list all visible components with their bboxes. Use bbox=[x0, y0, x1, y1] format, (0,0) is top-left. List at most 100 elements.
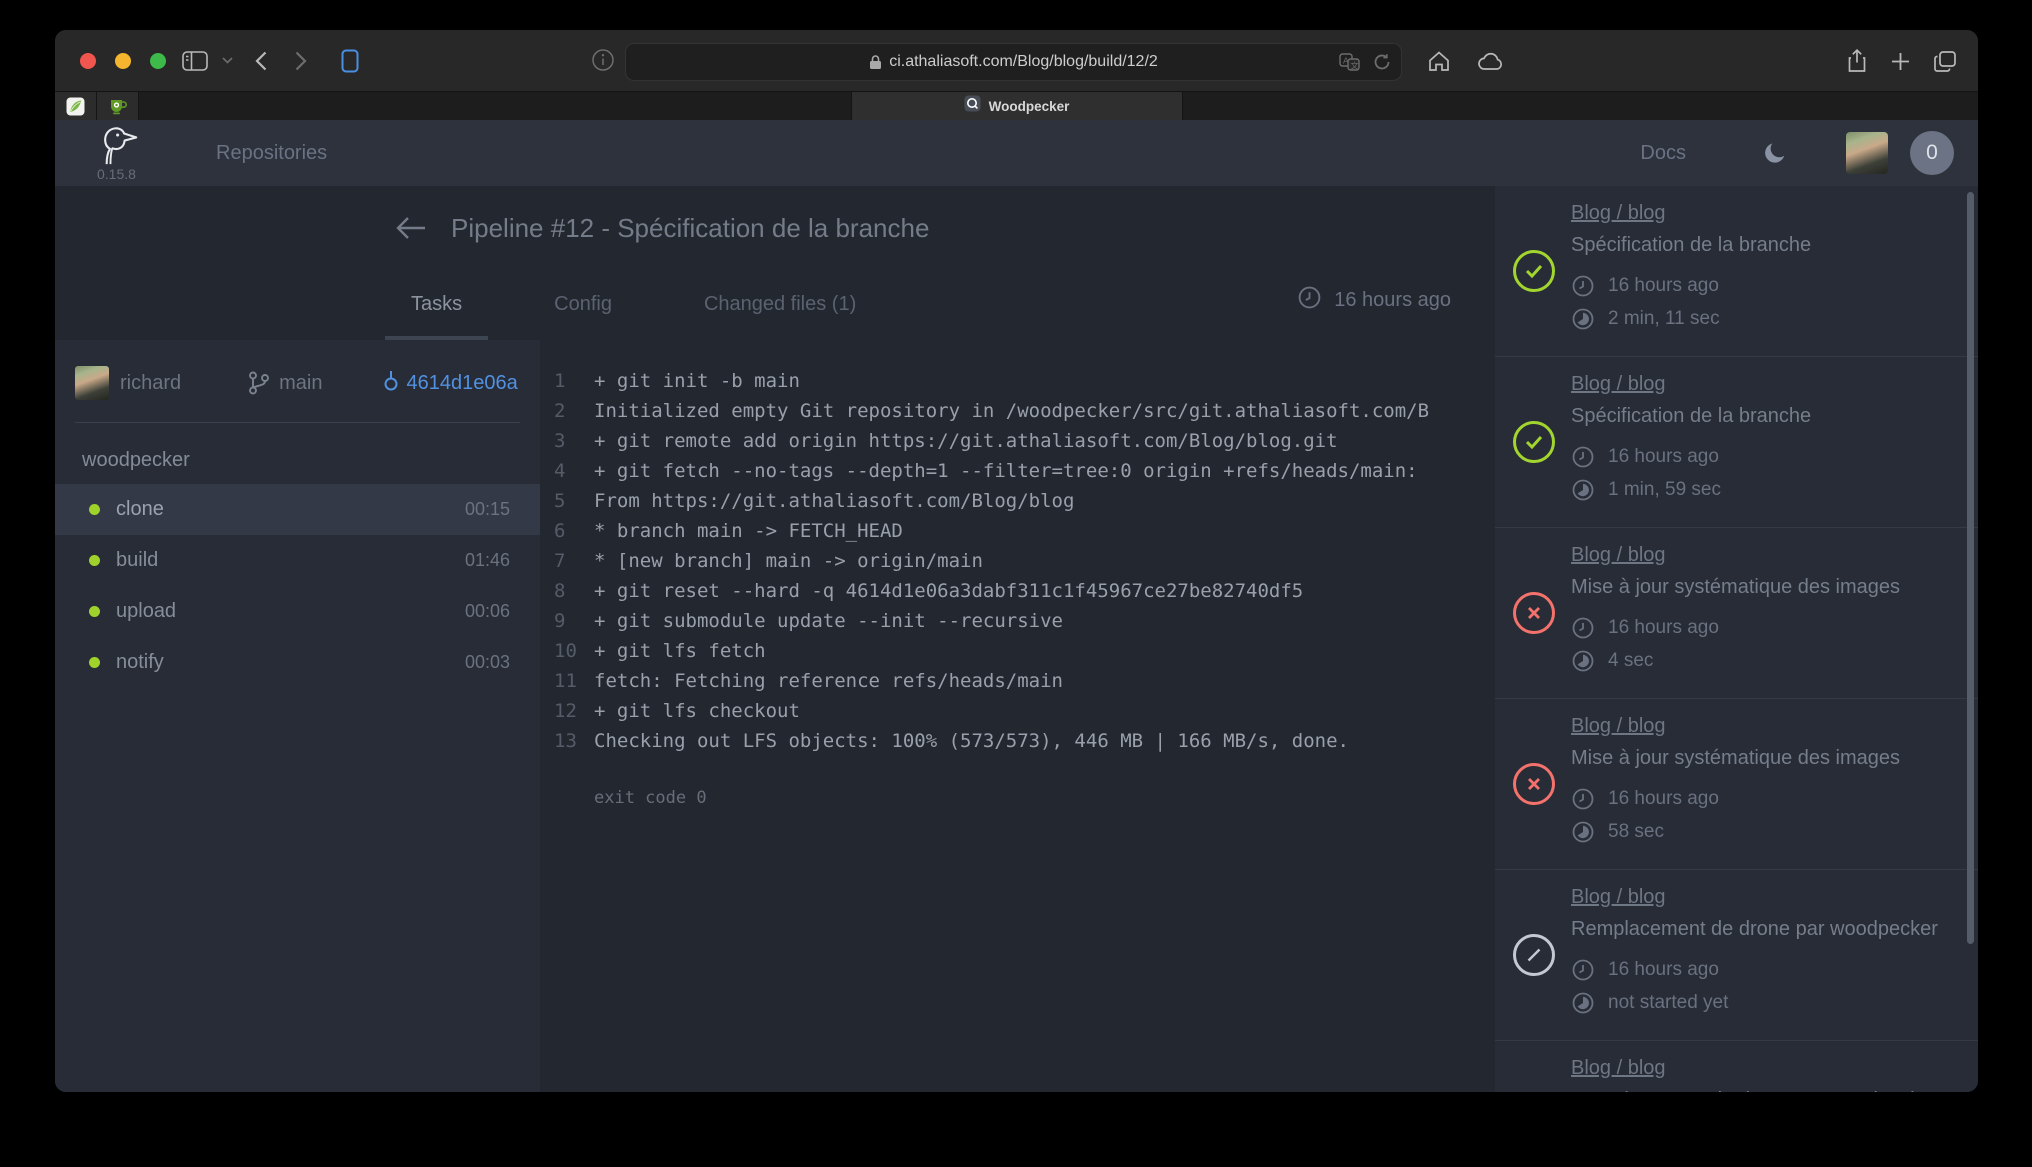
new-tab-icon[interactable] bbox=[1891, 52, 1910, 71]
dark-mode-toggle-icon[interactable] bbox=[1762, 140, 1788, 166]
duration-icon bbox=[1571, 991, 1595, 1015]
build-repo-link[interactable]: Blog / blog bbox=[1571, 886, 1666, 909]
commit-hash-link[interactable]: 4614d1e06a bbox=[407, 372, 518, 395]
tab-woodpecker[interactable]: Woodpecker bbox=[851, 92, 1183, 120]
build-status-icon bbox=[1513, 934, 1555, 976]
zoom-window-button[interactable] bbox=[150, 53, 166, 69]
browser-window: ci.athaliasoft.com/Blog/blog/build/12/2 … bbox=[55, 30, 1978, 1092]
back-button[interactable] bbox=[255, 51, 267, 71]
build-repo-link[interactable]: Blog / blog bbox=[1571, 715, 1666, 738]
notification-badge[interactable]: 0 bbox=[1910, 131, 1954, 175]
url-text: ci.athaliasoft.com/Blog/blog/build/12/2 bbox=[889, 53, 1158, 71]
nav-repositories[interactable]: Repositories bbox=[216, 142, 327, 165]
author-avatar bbox=[75, 366, 109, 400]
build-repo-link[interactable]: Blog / blog bbox=[1571, 544, 1666, 567]
step-name: clone bbox=[116, 498, 164, 521]
build-status-icon bbox=[1513, 250, 1555, 292]
build-entry[interactable]: Blog / blog Remplacement de drone par wo… bbox=[1495, 1041, 1978, 1092]
traffic-lights bbox=[80, 53, 166, 69]
tab-overview-icon[interactable] bbox=[1934, 51, 1956, 72]
step-duration: 00:03 bbox=[465, 652, 510, 673]
back-arrow-icon[interactable] bbox=[395, 214, 427, 242]
build-repo-link[interactable]: Blog / blog bbox=[1571, 1057, 1666, 1080]
log-line-number: 9 bbox=[554, 606, 594, 636]
steps-panel: richard main bbox=[55, 340, 540, 1092]
log-line: 7 * [new branch] main -> origin/main bbox=[554, 546, 1477, 576]
build-status-icon bbox=[1513, 592, 1555, 634]
tab-title: Woodpecker bbox=[989, 99, 1070, 114]
address-bar[interactable]: ci.athaliasoft.com/Blog/blog/build/12/2 … bbox=[625, 43, 1402, 81]
build-duration: 1 min, 59 sec bbox=[1571, 478, 1978, 502]
step-duration: 00:15 bbox=[465, 499, 510, 520]
build-time: 16 hours ago bbox=[1571, 274, 1978, 298]
clock-icon bbox=[1571, 445, 1595, 469]
woodpecker-app: 0.15.8 Repositories Docs 0 Pipeline # bbox=[55, 120, 1978, 1092]
duration-icon bbox=[1571, 478, 1595, 502]
log-line: 10 + git lfs fetch bbox=[554, 636, 1477, 666]
pipeline-tab[interactable]: Tasks bbox=[385, 293, 488, 340]
step-row[interactable]: build 01:46 bbox=[55, 535, 540, 586]
log-line: 4 + git fetch --no-tags --depth=1 --filt… bbox=[554, 456, 1477, 486]
woodpecker-logo[interactable]: 0.15.8 bbox=[97, 126, 143, 181]
forward-button[interactable] bbox=[295, 51, 307, 71]
builds-sidebar: Blog / blog Spécification de la branche … bbox=[1495, 186, 1978, 1092]
log-output[interactable]: 1 + git init -b main 2 Initialized empty… bbox=[540, 340, 1495, 1092]
build-repo-link[interactable]: Blog / blog bbox=[1571, 373, 1666, 396]
build-status-icon bbox=[1513, 763, 1555, 805]
pipeline-tabs: Tasks Config Changed files (1) bbox=[55, 270, 1495, 340]
build-status-icon bbox=[1513, 421, 1555, 463]
log-line: 6 * branch main -> FETCH_HEAD bbox=[554, 516, 1477, 546]
step-group-label: woodpecker bbox=[82, 449, 540, 472]
step-row[interactable]: notify 00:03 bbox=[55, 637, 540, 688]
build-time: 16 hours ago bbox=[1571, 787, 1978, 811]
log-line: 13 Checking out LFS objects: 100% (573/5… bbox=[554, 726, 1477, 756]
step-row[interactable]: clone 00:15 bbox=[55, 484, 540, 535]
build-duration: 4 sec bbox=[1571, 649, 1978, 673]
compact-tab-icon[interactable] bbox=[341, 49, 359, 73]
sidebar-toggle-icon[interactable] bbox=[182, 51, 208, 71]
log-line: 12 + git lfs checkout bbox=[554, 696, 1477, 726]
user-avatar[interactable] bbox=[1846, 132, 1888, 174]
reader-info-icon[interactable] bbox=[591, 48, 615, 72]
pipeline-tab[interactable]: Config bbox=[528, 293, 638, 340]
home-icon[interactable] bbox=[1427, 50, 1451, 72]
build-message: Mise à jour systématique des images bbox=[1571, 576, 1978, 599]
close-window-button[interactable] bbox=[80, 53, 96, 69]
build-entry[interactable]: Blog / blog Spécification de la branche … bbox=[1495, 186, 1978, 357]
minimize-window-button[interactable] bbox=[115, 53, 131, 69]
translate-icon[interactable]: A 文 bbox=[1339, 53, 1361, 71]
chevron-down-icon[interactable] bbox=[222, 57, 233, 64]
build-entry[interactable]: Blog / blog Mise à jour systématique des… bbox=[1495, 699, 1978, 870]
build-duration: 58 sec bbox=[1571, 820, 1978, 844]
log-line-number: 6 bbox=[554, 516, 594, 546]
log-line-number: 11 bbox=[554, 666, 594, 696]
step-status-dot bbox=[89, 504, 100, 515]
duration-icon bbox=[1571, 307, 1595, 331]
build-entry[interactable]: Blog / blog Remplacement de drone par wo… bbox=[1495, 870, 1978, 1041]
log-line: 5 From https://git.athaliasoft.com/Blog/… bbox=[554, 486, 1477, 516]
reload-icon[interactable] bbox=[1373, 53, 1391, 71]
step-row[interactable]: upload 00:06 bbox=[55, 586, 540, 637]
clock-icon bbox=[1571, 616, 1595, 640]
step-duration: 00:06 bbox=[465, 601, 510, 622]
nav-docs[interactable]: Docs bbox=[1640, 142, 1686, 165]
pipeline-tab[interactable]: Changed files (1) bbox=[678, 293, 882, 340]
log-line: 2 Initialized empty Git repository in /w… bbox=[554, 396, 1477, 426]
build-repo-link[interactable]: Blog / blog bbox=[1571, 202, 1666, 225]
build-entry[interactable]: Blog / blog Spécification de la branche … bbox=[1495, 357, 1978, 528]
cloud-icon[interactable] bbox=[1477, 51, 1505, 71]
scrollbar-thumb[interactable] bbox=[1967, 192, 1974, 944]
woodpecker-favicon bbox=[964, 95, 981, 117]
exit-code: exit code 0 bbox=[594, 784, 1477, 812]
pinned-tab-gitea[interactable] bbox=[97, 92, 139, 120]
pipeline-time-ago: 16 hours ago bbox=[1297, 285, 1451, 316]
app-version: 0.15.8 bbox=[97, 167, 136, 181]
step-duration: 01:46 bbox=[465, 550, 510, 571]
build-entry[interactable]: Blog / blog Mise à jour systématique des… bbox=[1495, 528, 1978, 699]
step-name: notify bbox=[116, 651, 164, 674]
svg-text:文: 文 bbox=[1351, 61, 1359, 71]
step-status-dot bbox=[89, 606, 100, 617]
author-name: richard bbox=[120, 372, 181, 395]
share-icon[interactable] bbox=[1847, 49, 1867, 73]
pinned-tab-leaf[interactable] bbox=[55, 92, 97, 120]
